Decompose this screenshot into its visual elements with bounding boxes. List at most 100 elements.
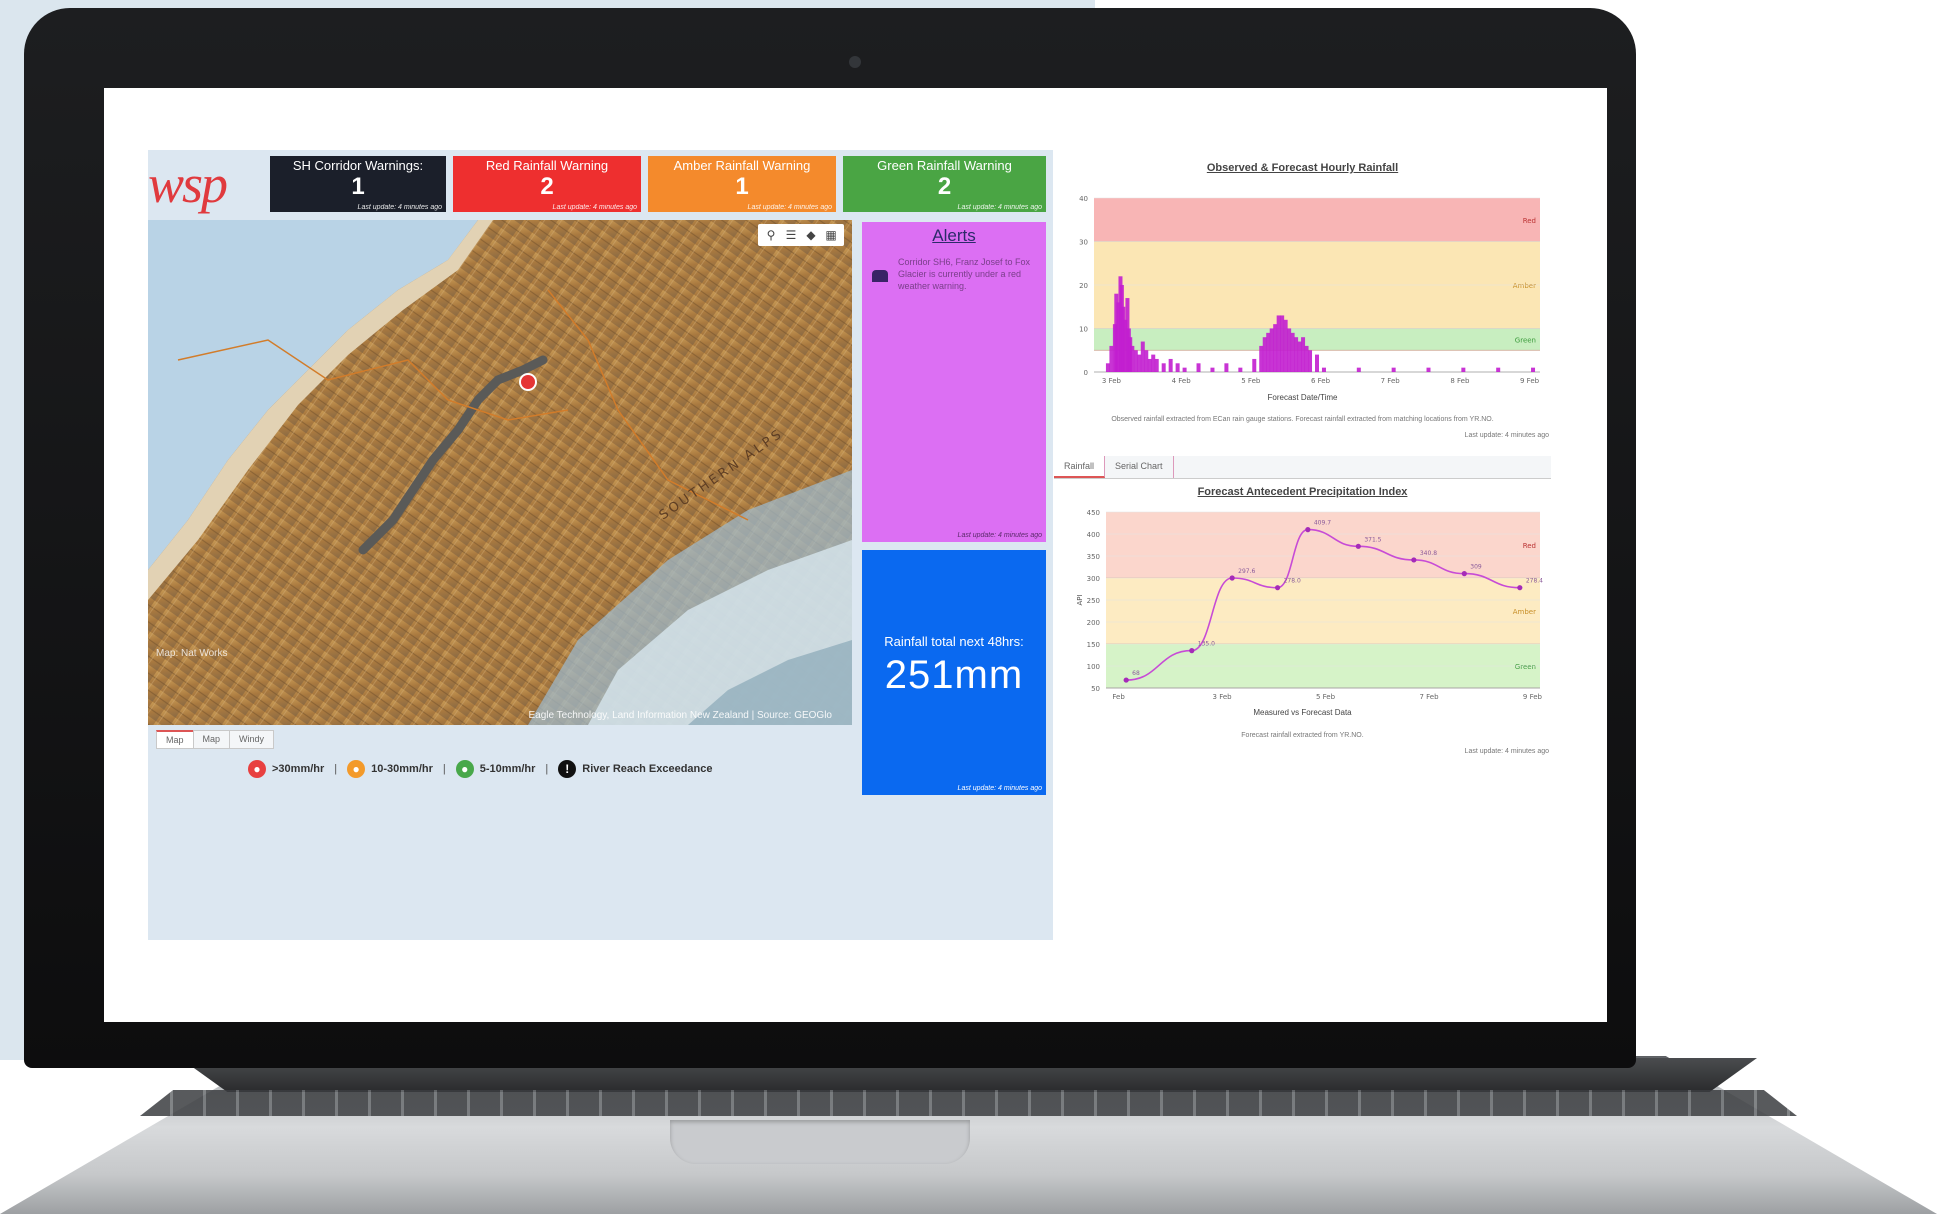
list-icon[interactable]: ☰ [783,227,799,243]
tab-serial-chart[interactable]: Serial Chart [1105,456,1174,478]
map-attribution: Eagle Technology, Land Information New Z… [528,710,832,721]
red-rainfall-warning-card[interactable]: Red Rainfall Warning 2 Last update: 4 mi… [453,156,641,212]
y-tick-label: 20 [1079,282,1088,290]
chart-xlabel: Measured vs Forecast Data [1253,708,1352,717]
rainfall-bar [1280,315,1285,372]
rainfall-bar [1259,345,1264,372]
rainfall-bar [1273,324,1278,372]
legend-separator: | [442,763,446,775]
band-label: Green [1515,336,1536,344]
api-point [1274,585,1281,591]
rainfall-bar [1151,354,1156,372]
map-toolbar: ⚲ ☰ ◆ ▦ [758,224,844,246]
rainfall-bar [1294,337,1299,372]
rainfall-bar [1105,363,1110,372]
card-value: 1 [351,173,365,200]
rainfall-bar [1426,367,1431,372]
camera-icon [849,56,861,68]
legend-separator: | [545,763,549,775]
rainfall-bar [1356,367,1361,372]
rainfall-bar [1137,354,1142,372]
laptop-trackpad-notch [670,1120,970,1164]
tab-map[interactable]: Map [156,730,194,749]
x-tick-label: 5 Feb [1241,377,1261,385]
y-tick-label: 40 [1079,195,1088,203]
y-axis-label: API [1076,594,1084,605]
rainfall-bar [1109,345,1114,372]
api-plot: Red Amber Green 50 100 150 200 250 300 350 400 450 F… [1076,509,1543,701]
map-legend: ● >30mm/hr | ● 10-30mm/hr | ● 5-10mm/hr … [248,760,713,778]
rain-high-icon: ● [248,760,266,778]
rainfall-bar [1175,363,1180,372]
alert-message[interactable]: Corridor SH6, Franz Josef to Fox Glacier… [898,256,1038,292]
data-label: 278.4 [1526,578,1543,585]
y-tick-label: 150 [1087,641,1100,649]
tab-map-2[interactable]: Map [192,730,231,749]
data-label: 340.8 [1420,550,1437,557]
band-label: Green [1515,663,1536,671]
api-point [1229,575,1235,581]
data-label: 297.6 [1238,568,1255,575]
chart-footnote: Observed rainfall extracted from ECan ra… [1111,416,1494,423]
y-tick-label: 450 [1087,509,1100,517]
api-point [1189,648,1195,654]
y-tick-label: 200 [1087,619,1100,627]
api-point [1461,571,1467,577]
alerts-title: Alerts [932,226,976,245]
rainfall-bar [1147,358,1152,372]
y-tick-label: 350 [1087,553,1100,561]
chart-updated: Last update: 4 minutes ago [1464,432,1549,439]
tab-rainfall[interactable]: Rainfall [1054,456,1106,478]
rainfall-bar [1130,345,1135,372]
rainfall-bar [1308,350,1313,372]
card-title: Amber Rainfall Warning [673,158,811,173]
rainfall-bar [1196,363,1201,372]
amber-rainfall-warning-card[interactable]: Amber Rainfall Warning 1 Last update: 4 … [648,156,836,212]
rainfall-bar [1461,367,1466,372]
alerts-updated: Last update: 4 minutes ago [957,532,1042,539]
rainfall-bar [1144,350,1149,372]
data-label: 135.0 [1198,641,1215,648]
card-updated: Last update: 4 minutes ago [357,204,442,211]
laptop-keyboard [140,1090,1797,1116]
rainfall-bar [1266,332,1271,372]
warning-marker-red[interactable] [519,373,537,391]
rainfall-bar [1283,319,1288,372]
chart-xlabel: Forecast Date/Time [1267,393,1338,402]
search-icon[interactable]: ⚲ [763,227,779,243]
sh-corridor-warnings-card[interactable]: SH Corridor Warnings: 1 Last update: 4 m… [270,156,446,212]
x-tick-label: 6 Feb [1311,377,1331,385]
x-tick-label: 3 Feb [1213,693,1233,701]
basemap-icon[interactable]: ▦ [823,227,839,243]
rainfall-bar [1238,367,1243,372]
map-view[interactable]: SOUTHERN ALPS ⚲ ☰ ◆ ▦ Map: Nat Works Eag… [148,220,852,725]
layers-icon[interactable]: ◆ [803,227,819,243]
band-label: Amber [1513,608,1536,616]
map-corner-label: Map: Nat Works [156,648,228,659]
rainfall-bar [1321,367,1326,372]
card-value: 2 [937,173,952,200]
y-tick-label: 50 [1091,685,1100,693]
y-tick-label: 300 [1087,575,1100,583]
rainfall-total-panel: Rainfall total next 48hrs: 251mm Last up… [862,550,1046,795]
rain-medium-icon: ● [347,760,366,778]
rainfall-bar [1168,358,1173,372]
rainfall-bar [1496,367,1501,372]
rainfall-total-label: Rainfall total next 48hrs: [884,634,1024,649]
rainfall-bar [1161,363,1166,372]
rainfall-bar [1531,367,1536,372]
laptop-screen: wsp SH Corridor Warnings: 1 Last update:… [104,88,1607,1022]
rainfall-bar [1276,315,1281,372]
green-rainfall-warning-card[interactable]: Green Rainfall Warning 2 Last update: 4 … [843,156,1046,212]
hourly-rainfall-plot: Red Amber Green 0 10 20 30 40 3 Feb 4 Feb 5 Feb 6 F… [1079,195,1540,385]
rainfall-bar [1224,363,1229,372]
legend-label: River Reach Exceedance [582,763,713,775]
rainfall-bar [1262,337,1267,372]
tab-windy[interactable]: Windy [229,730,275,749]
exclamation-icon: ! [558,760,577,778]
x-tick-label: 5 Feb [1316,693,1336,701]
y-tick-label: 100 [1087,663,1100,671]
api-point [1355,543,1361,549]
api-chart: Forecast Antecedent Precipitation Index … [1054,480,1551,800]
x-tick-label: 7 Feb [1381,377,1401,385]
